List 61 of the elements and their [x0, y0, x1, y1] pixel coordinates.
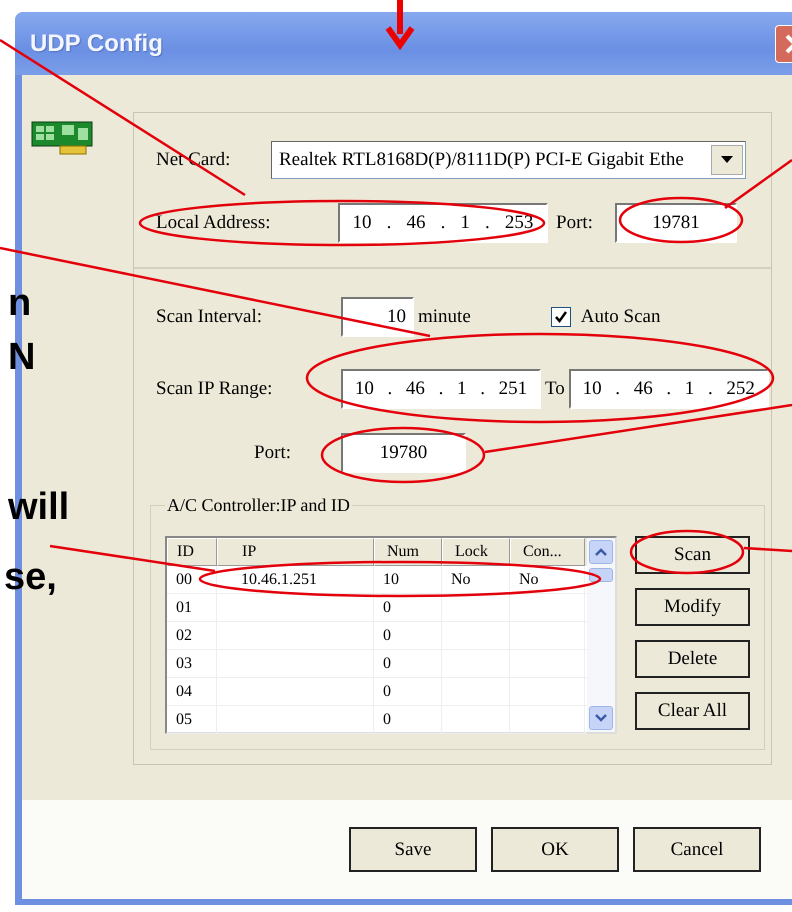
ip-address-field[interactable]: 10 . 46 . 1 . 253 — [338, 203, 548, 243]
action-button[interactable]: Scan — [635, 536, 750, 574]
dialog-button[interactable]: Save — [349, 827, 477, 872]
group-title: A/C Controller:IP and ID — [166, 495, 351, 516]
port-field[interactable]: 19780 — [341, 433, 466, 473]
column-header[interactable]: Con... — [510, 538, 585, 566]
dropdown-button[interactable] — [711, 145, 743, 175]
annotation-text: se, — [4, 558, 57, 596]
leader-line — [744, 546, 792, 552]
ip-address-field[interactable]: 10 . 46 . 1 . 251 — [341, 369, 541, 409]
field-label: Port: — [556, 212, 593, 234]
unit-label: minute — [418, 306, 471, 328]
dialog-button[interactable]: OK — [491, 827, 619, 872]
table-cell: 03 — [176, 654, 192, 672]
column-header[interactable]: Num — [374, 538, 442, 566]
interval-field[interactable]: 10 — [341, 297, 414, 337]
table-cell: 01 — [176, 598, 192, 616]
action-button[interactable]: Modify — [635, 588, 750, 626]
chevron-up-icon — [594, 547, 608, 557]
scroll-up-button[interactable] — [589, 540, 613, 564]
field-label: Scan Interval: — [156, 306, 264, 328]
field-label: Scan IP Range: — [156, 378, 274, 400]
table-cell: 0 — [383, 654, 391, 672]
table-cell: 0 — [383, 626, 391, 644]
chevron-down-icon — [594, 713, 608, 723]
field-label: To — [545, 378, 565, 400]
column-header[interactable]: Lock — [442, 538, 510, 566]
table-cell: 10.46.1.251 — [241, 570, 317, 588]
table-cell: 04 — [176, 682, 192, 700]
auto-scan-checkbox[interactable]: Auto Scan — [550, 306, 660, 328]
window-title: UDP Config — [30, 30, 163, 58]
field-label: Local Address: — [156, 212, 272, 234]
caret-icon — [721, 156, 733, 164]
net-card-dropdown[interactable]: Realtek RTL8168D(P)/8111D(P) PCI-E Gigabit Ethe — [271, 141, 746, 179]
table-cell: No — [519, 570, 539, 588]
check-icon — [554, 310, 568, 324]
network-card-icon — [30, 120, 96, 156]
annotation-text: n — [8, 284, 32, 322]
annotation-text: will — [8, 488, 70, 526]
table-cell: 10 — [383, 570, 399, 588]
table-cell: 0 — [383, 598, 391, 616]
column-header[interactable]: IP — [217, 538, 374, 566]
checkbox[interactable] — [550, 307, 571, 327]
action-button[interactable]: Delete — [635, 640, 750, 678]
table-cell: 0 — [383, 710, 391, 728]
annotation-text: N — [8, 338, 36, 376]
table-cell: 05 — [176, 710, 192, 728]
leader-line — [724, 158, 792, 210]
table-cell: 00 — [176, 570, 192, 588]
column-header[interactable]: ID — [167, 538, 217, 566]
table-cell: 0 — [383, 682, 391, 700]
ip-address-field[interactable]: 10 . 46 . 1 . 252 — [568, 369, 769, 409]
scrollbar[interactable] — [587, 538, 615, 732]
arrow-icon — [386, 0, 414, 50]
action-button[interactable]: Clear All — [635, 692, 750, 730]
dialog-button[interactable]: Cancel — [633, 827, 761, 872]
field-label: Port: — [253, 442, 292, 464]
table-cell: 02 — [176, 626, 192, 644]
port-field[interactable]: 19781 — [614, 203, 737, 243]
scroll-down-button[interactable] — [589, 706, 613, 730]
table-cell: No — [451, 570, 471, 588]
